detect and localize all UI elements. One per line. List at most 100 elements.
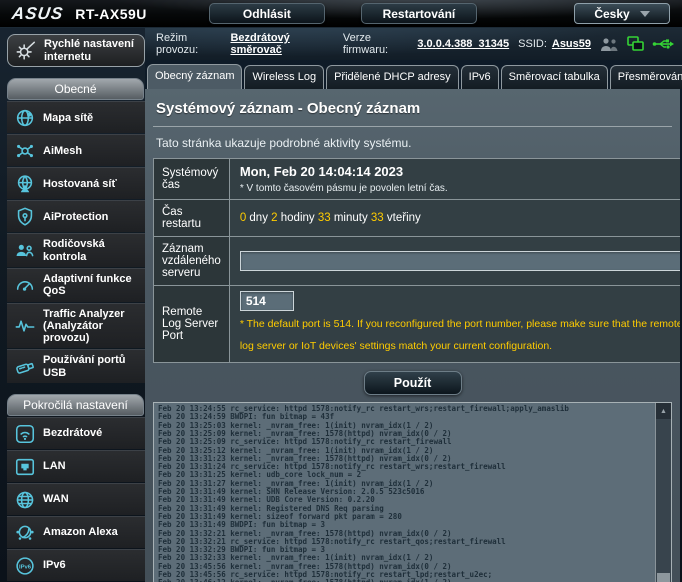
apply-button[interactable]: Použít [364, 371, 462, 395]
ssid-label: SSID: [518, 38, 547, 50]
wired-clients-icon[interactable] [627, 36, 644, 52]
sidebar-item-quick-internet-setup[interactable]: Rychlé nastavení internetu [7, 34, 145, 67]
sidebar-item-label: WAN [43, 493, 69, 505]
sidebar-nav: Obecné Mapa sítě AiMesh Hostovaná síť AiProt… [7, 78, 145, 582]
remote-port-input[interactable] [240, 291, 294, 311]
remote-server-label: Záznam vzdáleného serveru [154, 237, 230, 286]
log-text[interactable]: Feb 20 13:24:55 rc_service: httpd 1578:n… [154, 403, 655, 582]
sidebar-item-hostovana-sit[interactable]: Hostovaná síť [7, 167, 145, 199]
sidebar-item-ipv6[interactable]: IPv6 IPv6 [7, 549, 145, 581]
sidebar-item-label: Amazon Alexa [43, 526, 118, 538]
operation-mode-label: Režim provozu: [156, 32, 225, 56]
sidebar-item-label: AiProtection [43, 211, 108, 223]
uptime-label: Čas restartu [154, 200, 230, 237]
vertical-scroll-track[interactable] [656, 419, 671, 582]
clients-icon[interactable] [600, 37, 619, 52]
ipv6-icon: IPv6 [12, 555, 37, 577]
usb-device-icon[interactable] [652, 37, 674, 51]
sidebar-item-label: Rodičovská kontrola [43, 238, 143, 263]
system-time-note: * V tomto časovém pásmu je povolen letní… [240, 183, 680, 194]
table-row-remote-server: Záznam vzdáleného serveru [154, 237, 681, 286]
settings-table: Systémový čas Mon, Feb 20 14:04:14 2023 … [153, 158, 680, 363]
scroll-up-icon[interactable]: ▲ [656, 403, 671, 419]
sidebar-item-rodicovska-kontrola[interactable]: Rodičovská kontrola [7, 233, 145, 267]
content-column: Režim provozu: Bezdrátový směrovač Verze… [145, 28, 682, 582]
sidebar-item-label: Používání portů USB [43, 354, 143, 379]
sidebar-item-label: Hostovaná síť [43, 178, 117, 190]
parental-controls-icon [12, 240, 37, 262]
system-time-label: Systémový čas [154, 159, 230, 200]
sidebar-item-label: Traffic Analyzer (Analyzátor provozu) [43, 308, 143, 345]
tab-bar: Obecný záznamWireless LogPřidělené DHCP … [145, 60, 682, 89]
quick-setup-icon [13, 40, 38, 62]
sidebar-item-adaptivni-funkce-qos[interactable]: Adaptivní funkce QoS [7, 268, 145, 302]
tab-ipv6[interactable]: IPv6 [461, 65, 499, 89]
operation-mode-link[interactable]: Bezdrátový směrovač [230, 32, 333, 56]
table-row-uptime: Čas restartu 0 dny 2 hodiny 33 minuty 33… [154, 200, 681, 237]
sidebar-item-pouzivani-portu-usb[interactable]: Používání portů USB [7, 349, 145, 383]
usb-app-icon [12, 356, 37, 378]
system-time-value: Mon, Feb 20 14:04:14 2023 [240, 164, 680, 179]
traffic-analyzer-icon [12, 315, 37, 337]
sidebar-section-pokrocila-nastaveni: Pokročilá nastavení [7, 394, 144, 416]
sidebar-item-bezdratove[interactable]: Bezdrátové [7, 417, 145, 449]
logout-button[interactable]: Odhlásit [209, 3, 325, 24]
asus-logo: ASUS [11, 4, 65, 24]
vertical-scroll-thumb[interactable] [657, 573, 670, 582]
language-select[interactable]: Česky [574, 3, 670, 24]
system-log-box: Feb 20 13:24:55 rc_service: httpd 1578:n… [153, 402, 672, 582]
sidebar: Rychlé nastavení internetu Obecné Mapa sí… [0, 28, 145, 582]
sidebar-item-label: AiMesh [43, 145, 82, 157]
page-description: Tato stránka ukazuje podrobné aktivity s… [153, 127, 672, 158]
sidebar-item-lan[interactable]: LAN [7, 450, 145, 482]
aimesh-icon [12, 140, 37, 162]
sidebar-item-label: LAN [43, 460, 66, 472]
remote-port-label: Remote Log Server Port [154, 286, 230, 363]
table-row-remote-port: Remote Log Server Port * The default por… [154, 286, 681, 363]
sidebar-item-label: Mapa sítě [43, 112, 93, 124]
main-panel: Systémový záznam - Obecný záznam Tato st… [145, 89, 680, 582]
sidebar-item-label: Adaptivní funkce QoS [43, 273, 143, 298]
uptime-value: 0 dny 2 hodiny 33 minuty 33 vteřiny [240, 212, 421, 224]
remote-port-note: * The default port is 514. If you reconf… [240, 313, 680, 357]
page-title: Systémový záznam - Obecný záznam [153, 95, 672, 127]
guest-network-icon [12, 173, 37, 195]
alexa-icon [12, 522, 37, 544]
firmware-label: Verze firmwaru: [343, 32, 412, 56]
tab-presmerovani-portu[interactable]: Přesměrování portů [610, 65, 682, 89]
sidebar-item-label: Bezdrátové [43, 427, 102, 439]
sidebar-item-amazon-alexa[interactable]: Amazon Alexa [7, 516, 145, 548]
reboot-button[interactable]: Restartování [361, 3, 477, 24]
sidebar-item-aimesh[interactable]: AiMesh [7, 134, 145, 166]
qos-icon [12, 274, 37, 296]
status-icons [600, 36, 674, 52]
tab-smerovaci-tabulka[interactable]: Směrovací tabulka [501, 65, 608, 89]
sidebar-item-traffic-analyzer-analyzator-provozu[interactable]: Traffic Analyzer (Analyzátor provozu) [7, 303, 145, 349]
network-map-icon [12, 107, 37, 129]
language-label: Česky [594, 7, 629, 21]
body-row: Rychlé nastavení internetu Obecné Mapa sí… [0, 28, 682, 582]
sidebar-section-obecne: Obecné [7, 78, 144, 100]
ssid-link[interactable]: Asus59 [552, 38, 591, 50]
wireless-icon [12, 423, 37, 445]
table-row-system-time: Systémový čas Mon, Feb 20 14:04:14 2023 … [154, 159, 681, 200]
router-model: RT-AX59U [75, 6, 147, 22]
sidebar-item-aiprotection[interactable]: AiProtection [7, 200, 145, 232]
sidebar-item-mapa-site[interactable]: Mapa sítě [7, 101, 145, 133]
top-banner: ASUS RT-AX59U Odhlásit Restartování Česk… [0, 0, 682, 28]
wan-icon [12, 489, 37, 511]
tab-wireless-log[interactable]: Wireless Log [244, 65, 324, 89]
lan-icon [12, 456, 37, 478]
vertical-scrollbar[interactable]: ▲ ▼ [655, 403, 671, 582]
svg-text:IPv6: IPv6 [18, 564, 31, 570]
tab-pridelene-dhcp-adresy[interactable]: Přidělené DHCP adresy [326, 65, 459, 89]
sidebar-item-label: Rychlé nastavení internetu [44, 38, 139, 63]
tab-obecny-zaznam[interactable]: Obecný záznam [147, 64, 242, 90]
status-bar: Režim provozu: Bezdrátový směrovač Verze… [145, 28, 682, 60]
remote-server-input[interactable] [240, 251, 680, 271]
sidebar-item-wan[interactable]: WAN [7, 483, 145, 515]
aiprotection-icon [12, 206, 37, 228]
firmware-version-link[interactable]: 3.0.0.4.388_31345 [417, 38, 509, 50]
chevron-down-icon [640, 11, 650, 17]
sidebar-item-label: IPv6 [43, 559, 66, 571]
